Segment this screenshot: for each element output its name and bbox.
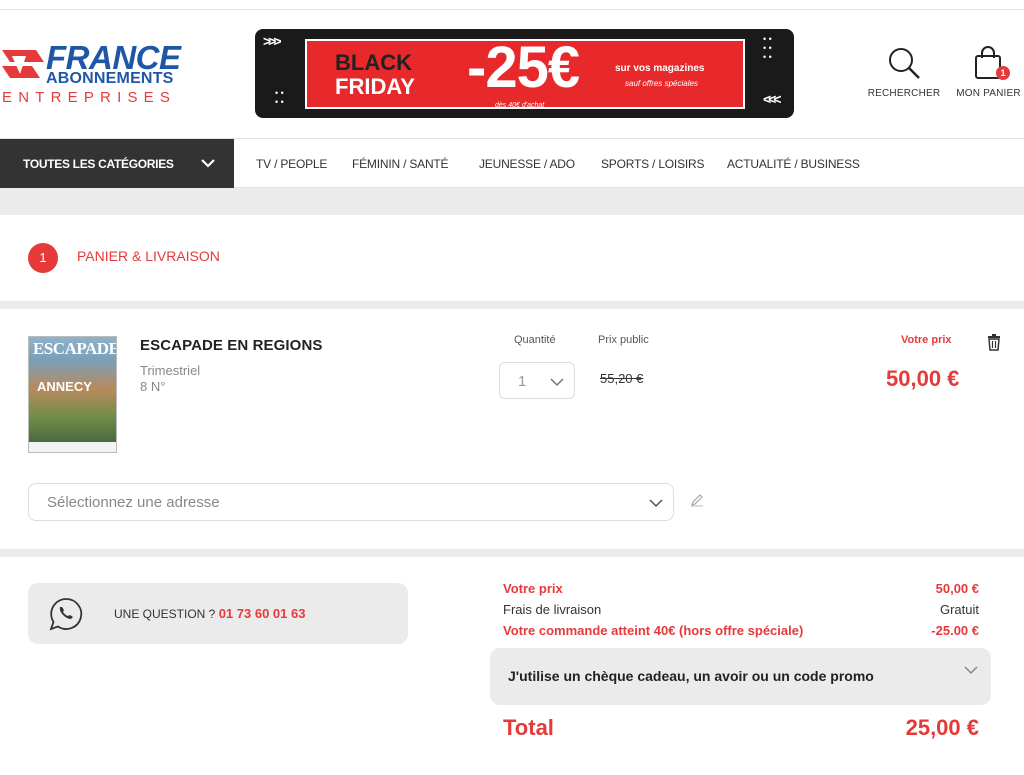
- step-number: 1: [28, 243, 58, 273]
- summary-price-value: 50,00 €: [935, 581, 979, 596]
- nav-item-tv-people[interactable]: TV / PEOPLE: [256, 157, 327, 171]
- banner-discount: -25€: [467, 35, 580, 100]
- cover-subtitle: ANNECY: [37, 379, 92, 394]
- question-box[interactable]: UNE QUESTION ? 01 73 60 01 63: [28, 583, 408, 644]
- promo-code-toggle[interactable]: J'utilise un chèque cadeau, un avoir ou …: [490, 648, 991, 705]
- banner-dots-icon: • • • •: [275, 88, 284, 107]
- question-text: UNE QUESTION ? 01 73 60 01 63: [114, 606, 305, 621]
- black-friday-banner[interactable]: >>> • • • • • • • • • • BLACK FRIDAY -25€ d…: [255, 29, 794, 118]
- quantity-value: 1: [518, 373, 527, 390]
- banner-arrows-right: <<<: [763, 91, 781, 107]
- phone-number[interactable]: 01 73 60 01 63: [219, 606, 306, 621]
- cart-count-badge: 1: [996, 66, 1010, 80]
- address-placeholder: Sélectionnez une adresse: [47, 494, 220, 511]
- question-label: UNE QUESTION ?: [114, 607, 216, 621]
- nav-item-sports-loisirs[interactable]: SPORTS / LOISIRS: [601, 157, 704, 171]
- your-price-label: Votre prix: [901, 334, 952, 346]
- checkout-step: 1 PANIER & LIVRAISON: [0, 215, 1024, 301]
- brand-line-3: ENTREPRISES: [2, 89, 177, 106]
- nav-item-feminin-sante[interactable]: FÉMININ / SANTÉ: [352, 157, 449, 171]
- brand-logo[interactable]: FRANCE ABONNEMENTS ENTREPRISES: [0, 41, 190, 114]
- cover-footer: [29, 442, 116, 452]
- public-price-label: Prix public: [598, 334, 649, 346]
- address-select[interactable]: Sélectionnez une adresse: [28, 483, 674, 521]
- banner-subtitle: sur vos magazines: [615, 63, 705, 74]
- all-categories-label: TOUTES LES CATÉGORIES: [23, 157, 174, 171]
- banner-black-friday: BLACK FRIDAY: [335, 51, 415, 99]
- nav-item-jeunesse-ado[interactable]: JEUNESSE / ADO: [479, 157, 575, 171]
- banner-friday: FRIDAY: [335, 74, 415, 99]
- banner-minimum: dès 40€ d'achat: [495, 102, 545, 109]
- total-value: 25,00 €: [905, 715, 979, 740]
- search-icon: [889, 48, 920, 79]
- top-border: [0, 0, 1024, 10]
- site-header: FRANCE ABONNEMENTS ENTREPRISES >>> • • • …: [0, 10, 1024, 138]
- total-label: Total: [503, 715, 554, 740]
- whatsapp-icon: [49, 598, 83, 631]
- pencil-icon[interactable]: [690, 493, 704, 507]
- category-nav: TOUTES LES CATÉGORIES TV / PEOPLE FÉMINI…: [0, 138, 1024, 188]
- search-label: RECHERCHER: [867, 88, 941, 99]
- brand-line-2: ABONNEMENTS: [46, 70, 174, 87]
- cart-product: ESCAPADE ANNECY ESCAPADE EN REGIONS Trim…: [0, 309, 1024, 549]
- banner-note: sauf offres spéciales: [625, 79, 698, 88]
- chevron-down-icon: [649, 499, 663, 508]
- magazine-cover[interactable]: ESCAPADE ANNECY: [28, 336, 117, 453]
- product-frequency: Trimestriel: [140, 363, 201, 378]
- chevron-down-icon: [201, 159, 215, 168]
- banner-dots-icon: • • • • • •: [763, 34, 772, 62]
- summary-price-label: Votre prix: [503, 581, 563, 596]
- your-price: 50,00 €: [886, 366, 960, 391]
- cart-label: MON PANIER: [956, 88, 1021, 99]
- banner-arrows-left: >>>: [263, 33, 281, 49]
- product-name[interactable]: ESCAPADE EN REGIONS: [140, 337, 323, 354]
- quantity-select[interactable]: 1: [499, 362, 575, 399]
- chevron-down-icon: [964, 666, 978, 675]
- banner-black: BLACK: [335, 50, 412, 75]
- promo-label: J'utilise un chèque cadeau, un avoir ou …: [508, 668, 874, 684]
- public-price: 55,20 €: [600, 371, 644, 386]
- chevron-down-icon: [550, 378, 564, 387]
- logo-mark-icon: [2, 50, 44, 78]
- all-categories-button[interactable]: TOUTES LES CATÉGORIES: [0, 139, 234, 188]
- search-button[interactable]: RECHERCHER: [864, 46, 944, 99]
- shipping-value: Gratuit: [939, 602, 979, 617]
- quantity-label: Quantité: [514, 334, 556, 346]
- shipping-label: Frais de livraison: [503, 602, 602, 617]
- cover-title: ESCAPADE: [33, 339, 117, 358]
- order-summary: UNE QUESTION ? 01 73 60 01 63 Votre prix…: [0, 557, 1024, 775]
- discount-value: -25.00 €: [931, 623, 979, 638]
- cart-button[interactable]: 1 MON PANIER: [953, 46, 1024, 99]
- discount-label: Votre commande atteint 40€ (hors offre s…: [503, 623, 804, 638]
- product-issues: 8 N°: [140, 379, 166, 394]
- step-title: PANIER & LIVRAISON: [77, 248, 220, 264]
- trash-icon[interactable]: [986, 333, 1002, 351]
- nav-item-actualite-business[interactable]: ACTUALITÉ / BUSINESS: [727, 157, 860, 171]
